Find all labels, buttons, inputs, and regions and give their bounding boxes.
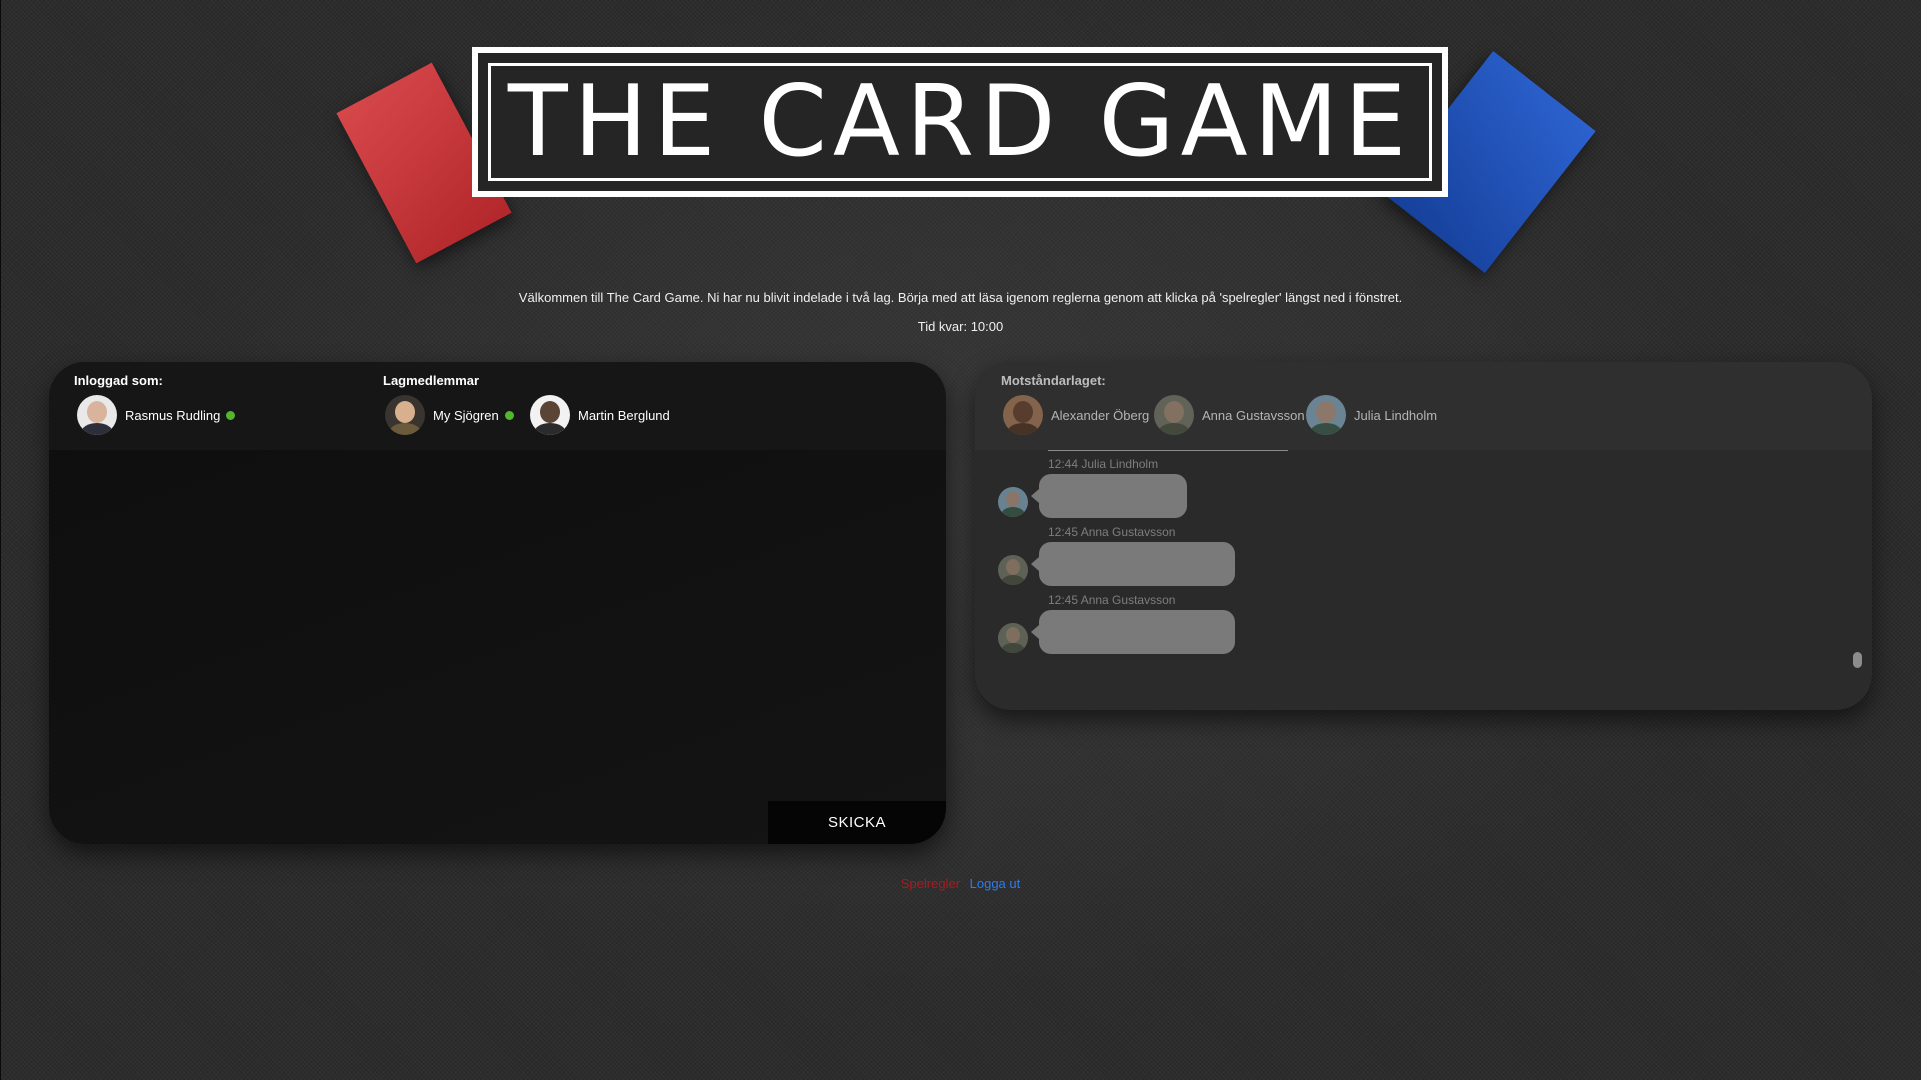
opponent-label: Motståndarlaget: [1001, 373, 1106, 388]
opponent-member: Alexander Öberg [1003, 395, 1149, 435]
window-edge [0, 0, 1, 1080]
avatar [1003, 395, 1043, 435]
member-name: My Sjögren [433, 407, 499, 423]
logo-title: THE CARD GAME [507, 65, 1413, 179]
team-member: My Sjögren [385, 395, 514, 435]
timer-text: Tid kvar: 10:00 [917, 319, 1004, 334]
opponent-member: Anna Gustavsson [1154, 395, 1305, 435]
member-name: Anna Gustavsson [1202, 407, 1305, 423]
welcome-text: Välkommen till The Card Game. Ni har nu … [518, 290, 1403, 305]
logo: THE CARD GAME [472, 47, 1448, 197]
team-members-label: Lagmedlemmar [383, 373, 480, 388]
message-bubble [1031, 610, 1235, 654]
user-name: Rasmus Rudling [125, 407, 221, 423]
member-name: Martin Berglund [578, 407, 670, 423]
message-meta: 12:45 Anna Gustavsson [1048, 525, 1176, 539]
message-bubble [1031, 474, 1187, 518]
avatar [998, 623, 1028, 653]
send-button[interactable]: SKICKA [768, 801, 946, 844]
avatar [530, 395, 570, 435]
message-meta: 12:45 Anna Gustavsson [1048, 593, 1176, 607]
team-member: Martin Berglund [530, 395, 670, 435]
avatar [1154, 395, 1194, 435]
logout-link[interactable]: Logga ut [970, 876, 1021, 891]
logged-in-label: Inloggad som: [74, 373, 163, 388]
team-chat-panel: Inloggad som: Rasmus Rudling Lagmedlemma… [49, 362, 946, 844]
online-status-icon [226, 410, 236, 420]
footer-links: Spelregler Logga ut [0, 876, 1921, 891]
message-bubble [1031, 542, 1235, 586]
avatar [385, 395, 425, 435]
avatar [77, 395, 117, 435]
member-name: Julia Lindholm [1354, 407, 1438, 423]
chat-scrollbar[interactable] [1853, 652, 1862, 668]
opponent-member: Julia Lindholm [1306, 395, 1437, 435]
avatar [998, 487, 1028, 517]
chat-messages[interactable]: 12:44 Julia Lindholm 12:45 Anna Gustavss… [975, 451, 1872, 661]
opponent-chat-panel: Motståndarlaget: Alexander Öberg Anna Gu… [975, 362, 1872, 710]
rules-link[interactable]: Spelregler [901, 876, 960, 891]
online-status-icon [504, 410, 514, 420]
avatar [1306, 395, 1346, 435]
logged-in-user: Rasmus Rudling [77, 395, 236, 435]
logo-inner-frame: THE CARD GAME [488, 63, 1432, 181]
avatar [998, 555, 1028, 585]
member-name: Alexander Öberg [1051, 407, 1150, 423]
message-meta: 12:44 Julia Lindholm [1048, 457, 1159, 471]
